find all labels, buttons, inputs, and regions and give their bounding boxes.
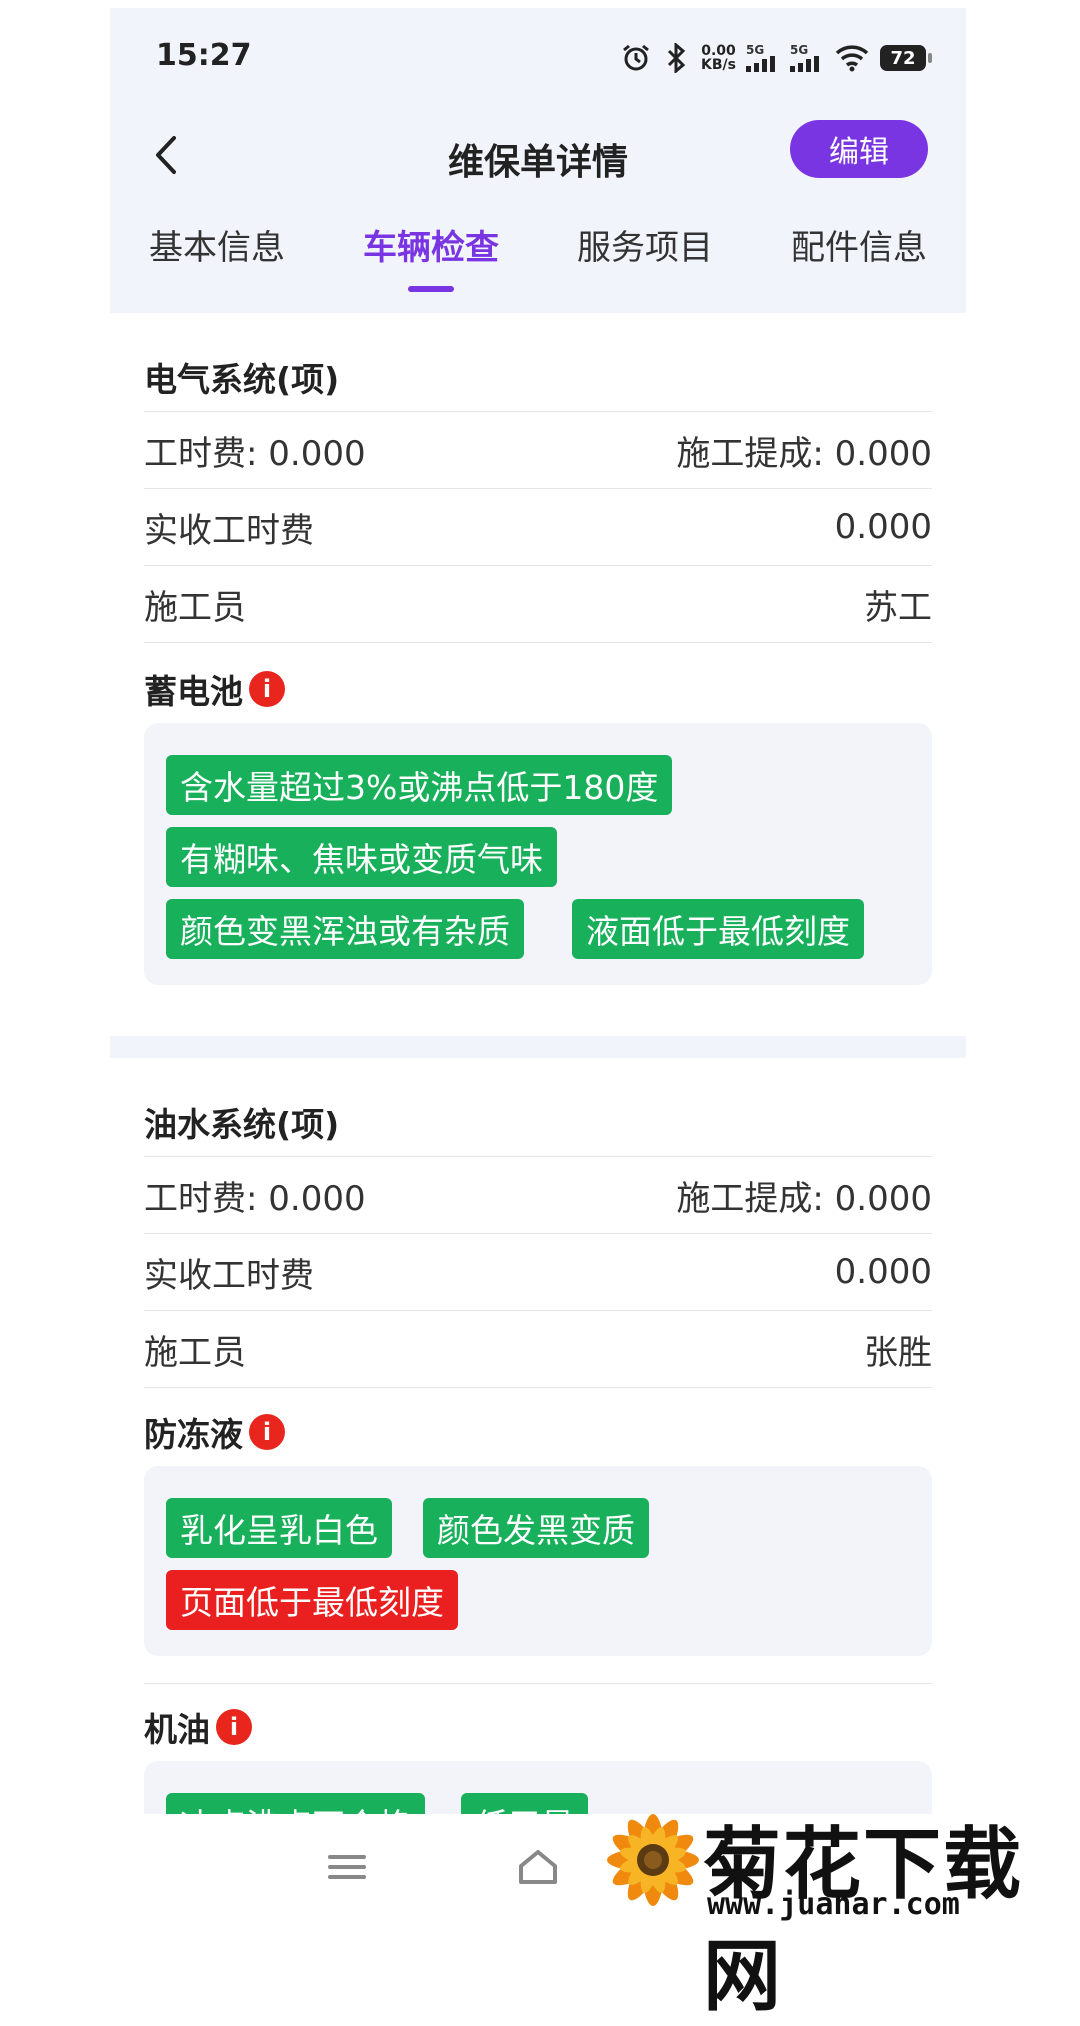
commission: 施工提成: 0.000	[676, 1178, 932, 1219]
signal1-label: 5G	[746, 43, 765, 57]
actual-fee-row: 实收工时费 0.000	[144, 1233, 932, 1310]
navbar: 维保单详情 编辑	[110, 108, 966, 208]
worker-row: 施工员 张胜	[144, 1310, 932, 1387]
edit-button[interactable]: 编辑	[790, 120, 928, 178]
issue-tag: 颜色发黑变质	[423, 1498, 649, 1558]
signal2-label: 5G	[790, 43, 809, 57]
home-icon[interactable]	[515, 1844, 561, 1890]
tab-service-items[interactable]: 服务项目	[538, 218, 752, 298]
info-icon[interactable]: i	[216, 1709, 252, 1745]
status-icons: 0.00 KB/s 5G 5G 72	[621, 38, 932, 78]
check-item-title: 蓄电池 i	[144, 665, 285, 713]
check-name: 机油	[144, 1710, 210, 1749]
labor-fee-row: 工时费: 0.000 施工提成: 0.000	[144, 411, 932, 488]
tag-panel: 乳化呈乳白色 颜色发黑变质 页面低于最低刻度	[144, 1466, 932, 1656]
check-item-title: 机油 i	[144, 1703, 252, 1751]
net-speed-value: 0.00	[701, 43, 736, 59]
section-title: 电气系统(项)	[144, 360, 340, 399]
tab-bar: 基本信息 车辆检查 服务项目 配件信息	[110, 218, 966, 298]
check-item-title: 防冻液 i	[144, 1408, 285, 1456]
net-speed-unit: KB/s	[701, 57, 736, 73]
tab-label: 服务项目	[577, 228, 713, 268]
tab-label: 车辆检查	[363, 228, 499, 268]
signal-5g-icon-2: 5G	[790, 43, 824, 73]
actual-fee-value: 0.000	[834, 1252, 932, 1292]
issue-tag: 颜色变黑浑浊或有杂质	[166, 899, 524, 959]
labor-fee: 工时费: 0.000	[144, 1178, 366, 1219]
tab-label: 基本信息	[149, 228, 285, 268]
watermark-url: www.juahar.com	[707, 1887, 960, 1922]
issue-tag: 页面低于最低刻度	[166, 1570, 458, 1630]
check-name: 蓄电池	[144, 672, 243, 711]
section-divider	[110, 1036, 966, 1058]
tab-parts-info[interactable]: 配件信息	[752, 218, 966, 298]
info-icon[interactable]: i	[249, 671, 285, 707]
worker-value: 张胜	[864, 1332, 932, 1373]
status-time: 15:27	[156, 38, 252, 73]
signal-5g-icon-1: 5G	[746, 43, 780, 73]
app-screen: 15:27 0.00 KB/s 5G 5G 72 维保单详情 编辑 基本信息 车…	[110, 8, 966, 1920]
section-oil-water: 油水系统(项) 工时费: 0.000 施工提成: 0.000 实收工时费 0.0…	[110, 1058, 966, 1881]
watermark: 菊花下载网 www.juahar.com	[593, 1800, 1080, 2022]
section-electrical: 电气系统(项) 工时费: 0.000 施工提成: 0.000 实收工时费 0.0…	[110, 313, 966, 1036]
tab-vehicle-check[interactable]: 车辆检查	[324, 218, 538, 298]
status-bar: 15:27 0.00 KB/s 5G 5G 72	[110, 8, 966, 108]
bluetooth-icon	[661, 43, 691, 73]
check-name: 防冻液	[144, 1415, 243, 1454]
wifi-icon	[834, 43, 870, 73]
row-divider	[144, 1683, 932, 1685]
worker-value: 苏工	[864, 587, 932, 628]
row-divider	[144, 1387, 932, 1389]
tab-basic-info[interactable]: 基本信息	[110, 218, 324, 298]
worker-label: 施工员	[144, 1332, 246, 1373]
tab-label: 配件信息	[791, 228, 927, 268]
battery-indicator: 72	[880, 45, 932, 71]
menu-icon[interactable]	[324, 1844, 370, 1890]
labor-fee-row: 工时费: 0.000 施工提成: 0.000	[144, 1156, 932, 1233]
commission: 施工提成: 0.000	[676, 433, 932, 474]
actual-fee-label: 实收工时费	[144, 1255, 314, 1296]
worker-label: 施工员	[144, 587, 246, 628]
info-icon[interactable]: i	[249, 1414, 285, 1450]
issue-tag: 乳化呈乳白色	[166, 1498, 392, 1558]
actual-fee-label: 实收工时费	[144, 510, 314, 551]
alarm-icon	[621, 43, 651, 73]
row-divider	[144, 642, 932, 644]
flower-logo	[607, 1814, 699, 1906]
issue-tag: 含水量超过3%或沸点低于180度	[166, 755, 673, 815]
active-tab-indicator	[408, 286, 454, 292]
tag-panel: 含水量超过3%或沸点低于180度 有糊味、焦味或变质气味 颜色变黑浑浊或有杂质 …	[144, 723, 932, 985]
issue-tag: 有糊味、焦味或变质气味	[166, 827, 557, 887]
section-title: 油水系统(项)	[144, 1105, 340, 1144]
actual-fee-row: 实收工时费 0.000	[144, 488, 932, 565]
issue-tag: 液面低于最低刻度	[572, 899, 864, 959]
worker-row: 施工员 苏工	[144, 565, 932, 642]
net-speed: 0.00 KB/s	[701, 44, 736, 72]
labor-fee: 工时费: 0.000	[144, 433, 366, 474]
actual-fee-value: 0.000	[834, 507, 932, 547]
